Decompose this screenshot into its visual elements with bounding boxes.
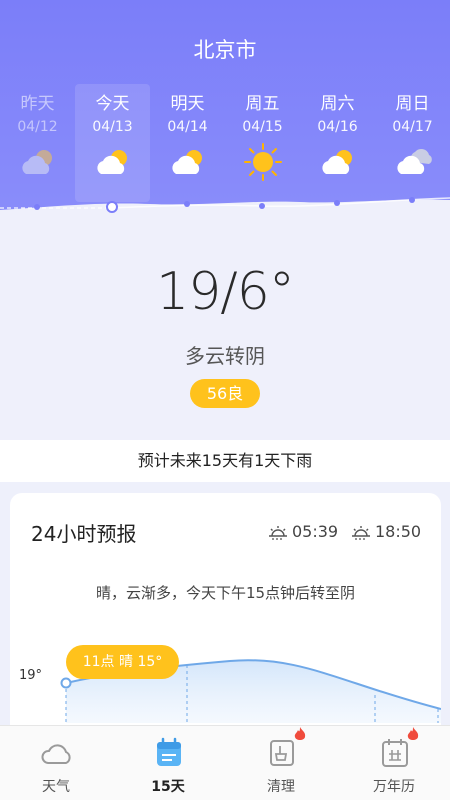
current-temperature: 19/6° <box>156 262 295 322</box>
tab-label: 清理 <box>267 779 295 795</box>
hourly-description: 晴，云渐多，今天下午15点钟后转至阴 <box>95 584 356 602</box>
sunrise-time: 05:39 <box>292 522 339 541</box>
day-date: 04/15 <box>242 119 283 135</box>
chart-y-label: 19° <box>19 668 43 683</box>
calendar-icon <box>157 737 181 766</box>
day-date: 04/16 <box>317 119 358 135</box>
rain-forecast-note[interactable]: 预计未来15天有1天下雨 <box>0 440 450 482</box>
sunrise-icon <box>269 525 287 540</box>
timeline-dot <box>259 203 265 209</box>
hot-flame-icon <box>294 727 306 740</box>
tab-label: 天气 <box>42 779 70 795</box>
hourly-title: 24小时预报 <box>31 522 137 546</box>
day-name: 周五 <box>245 94 280 114</box>
day-date: 04/13 <box>92 119 133 135</box>
timeline-dot-selected <box>106 201 118 213</box>
tab-15-days[interactable]: 15天 <box>112 726 224 800</box>
day-item-friday[interactable]: 周五 04/15 <box>225 84 300 202</box>
bottom-tab-bar: 天气 15天 清理 万年历 <box>0 725 450 800</box>
chart-tooltip-bubble: 11点 晴 15° <box>66 645 179 679</box>
tab-clean[interactable]: 清理 <box>225 726 337 800</box>
tab-almanac[interactable]: 万年历 <box>338 726 450 800</box>
day-date: 04/17 <box>392 119 433 135</box>
partly-cloudy-icon <box>172 150 202 174</box>
day-selector: 昨天 04/12 今天 04/13 明天 04/14 周五 04/15 周六 0… <box>0 84 450 204</box>
chart-point-current <box>60 677 72 689</box>
tab-label: 15天 <box>151 779 185 795</box>
hot-flame-icon <box>407 727 419 740</box>
sunset-icon <box>352 525 370 540</box>
timeline-dot <box>184 201 190 207</box>
day-name: 明天 <box>170 94 205 114</box>
sunset-time: 18:50 <box>375 522 422 541</box>
day-name: 周六 <box>320 94 355 114</box>
timeline-dot <box>34 204 40 210</box>
sunny-icon <box>244 143 282 181</box>
tab-weather[interactable]: 天气 <box>0 726 112 800</box>
current-weather-panel <box>0 218 450 448</box>
day-name: 今天 <box>95 94 130 114</box>
day-item-saturday[interactable]: 周六 04/16 <box>300 84 375 202</box>
day-date: 04/14 <box>167 119 208 135</box>
day-item-today[interactable]: 今天 04/13 <box>75 84 150 202</box>
partly-cloudy-icon <box>22 150 52 174</box>
day-date: 04/12 <box>17 119 58 135</box>
day-name: 昨天 <box>20 94 55 114</box>
sunset: 18:50 <box>351 522 421 541</box>
day-name: 周日 <box>395 94 430 114</box>
cloudy-icon <box>397 148 432 174</box>
header: 北京市 昨天 04/12 今天 04/13 明天 04/14 周五 04/15 … <box>0 0 450 228</box>
day-item-yesterday[interactable]: 昨天 04/12 <box>0 84 75 202</box>
partly-cloudy-icon <box>322 150 352 174</box>
aqi-badge[interactable]: 56良 <box>190 379 260 408</box>
partly-cloudy-icon <box>97 150 127 174</box>
tab-label: 万年历 <box>373 779 415 795</box>
day-item-tomorrow[interactable]: 明天 04/14 <box>150 84 225 202</box>
timeline-dot <box>334 200 340 206</box>
timeline-dot <box>409 197 415 203</box>
current-condition: 多云转阴 <box>185 344 265 368</box>
city-title[interactable]: 北京市 <box>0 34 450 64</box>
hourly-forecast-card: 24小时预报 05:39 18:50 晴，云渐多，今天下午15点钟后转至阴 19… <box>10 493 441 753</box>
cloud-icon <box>41 744 71 764</box>
sunrise: 05:39 <box>268 522 338 541</box>
day-item-sunday[interactable]: 周日 04/17 <box>375 84 450 202</box>
